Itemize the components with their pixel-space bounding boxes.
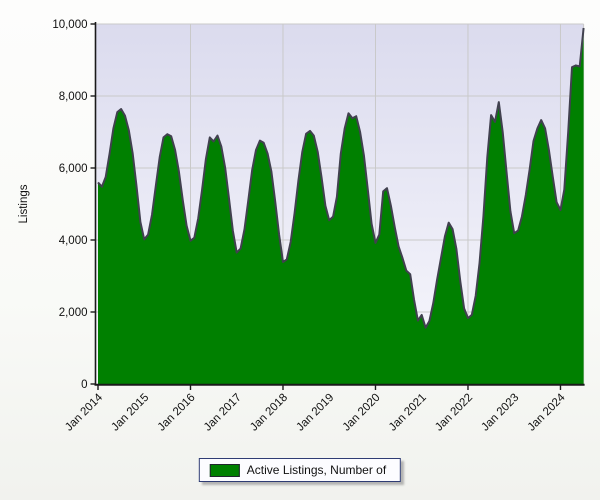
y-tick-label: 10,000 (52, 19, 87, 31)
x-tick-label: Jan 2024 (526, 391, 568, 433)
x-tick-label: Jan 2016 (156, 392, 198, 434)
x-tick-label: Jan 2017 (202, 392, 244, 434)
legend-label: Active Listings, Number of (246, 463, 387, 477)
x-tick-label: Jan 2022 (433, 392, 475, 434)
x-tick-label: Jan 2014 (63, 391, 105, 433)
y-tick-label: 0 (81, 379, 87, 391)
y-tick-label: 6,000 (59, 163, 88, 175)
y-axis-title: Listings (18, 184, 30, 223)
x-tick-label: Jan 2021 (387, 392, 429, 434)
y-tick-label: 8,000 (59, 91, 88, 103)
x-tick-label: Jan 2018 (248, 392, 290, 434)
x-tick-label: Jan 2019 (294, 392, 336, 434)
x-tick-label: Jan 2020 (341, 392, 383, 434)
area-chart-canvas: 02,0004,0006,0008,00010,000Jan 2014 Jan 2… (18, 19, 585, 434)
x-tick-label: Jan 2023 (479, 392, 521, 434)
y-tick-label: 4,000 (59, 235, 88, 247)
y-tick-label: 2,000 (59, 307, 88, 319)
legend: Active Listings, Number of (198, 458, 402, 482)
chart-container: 0 2,000 4,000 6,000 8,000 10,000 Jan 2014 Jan 2… (0, 0, 600, 500)
x-tick-label: Jan 2015 (109, 392, 151, 434)
legend-swatch-active-listings (209, 463, 240, 477)
